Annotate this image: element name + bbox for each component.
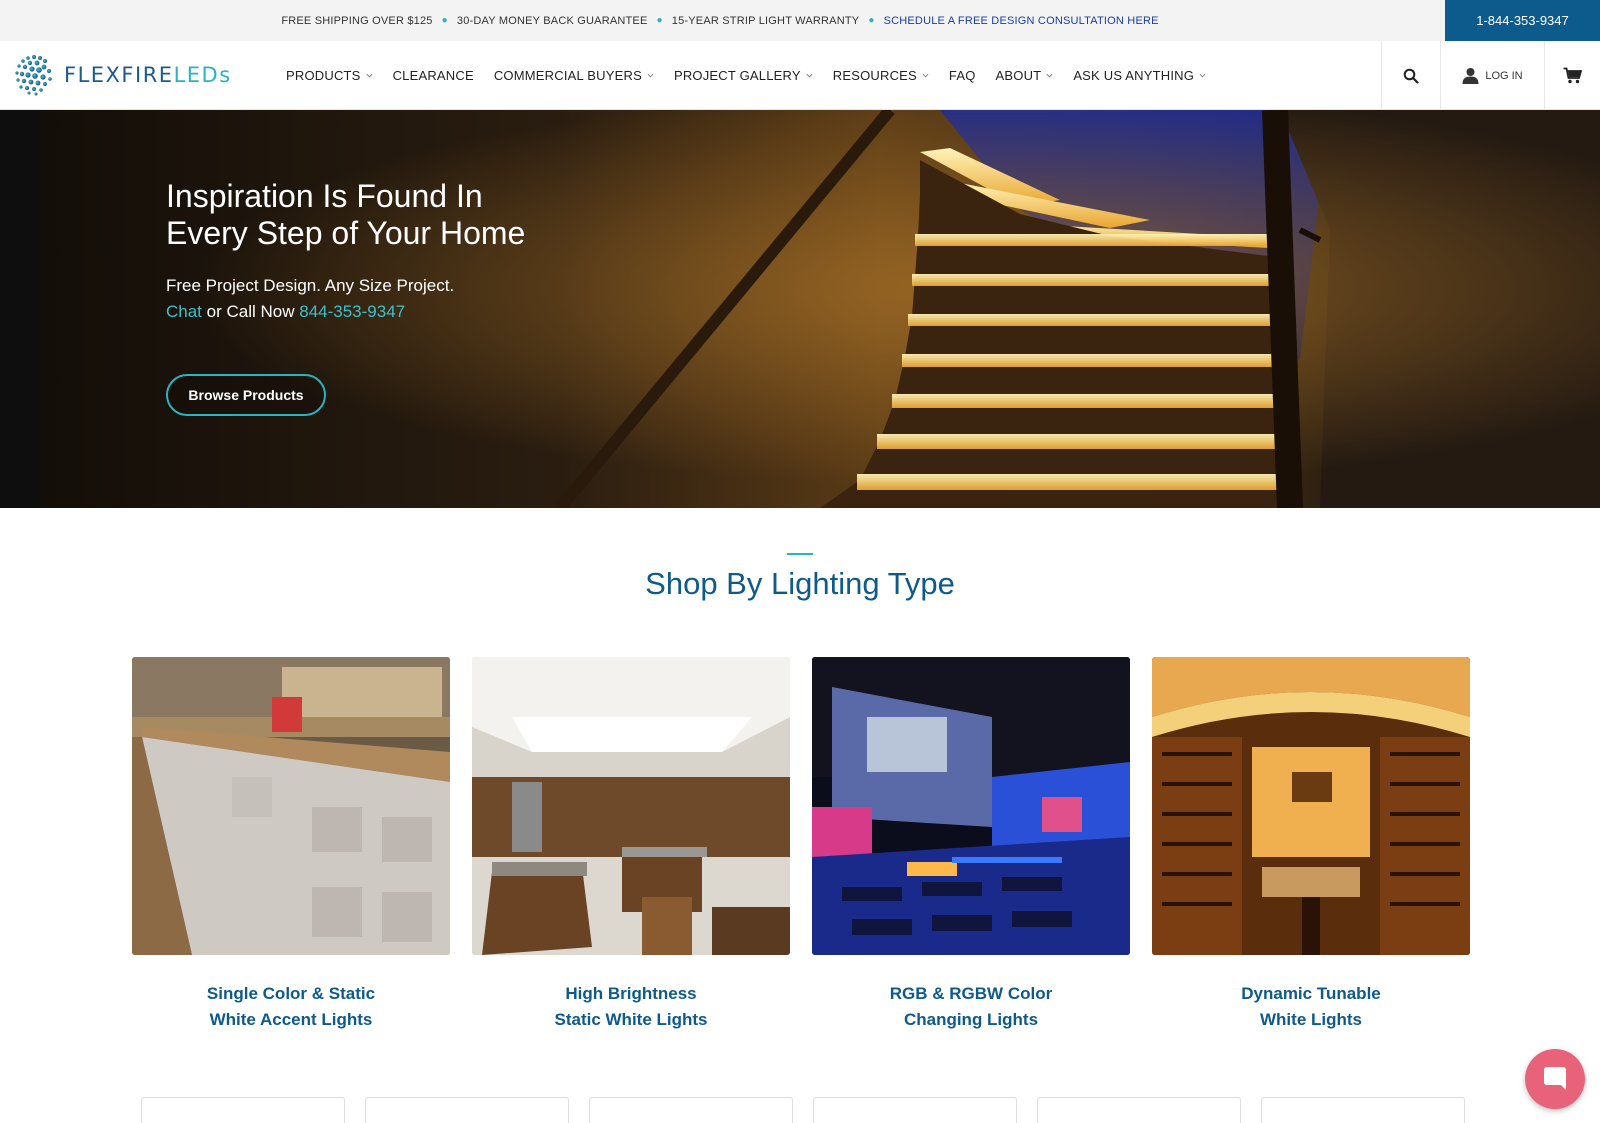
- secondary-card[interactable]: [813, 1097, 1017, 1123]
- user-icon: [1462, 68, 1479, 84]
- nav-products[interactable]: PRODUCTS: [286, 68, 373, 83]
- top-utility-bar: FREE SHIPPING OVER $125 ● 30-DAY MONEY B…: [0, 0, 1600, 41]
- card-single-color[interactable]: Single Color & Static White Accent Lights: [132, 657, 450, 1033]
- nav-clearance[interactable]: CLEARANCE: [393, 68, 474, 83]
- cart-button[interactable]: [1544, 41, 1600, 110]
- section-title: Shop By Lighting Type: [645, 566, 955, 601]
- chevron-down-icon: [806, 73, 813, 78]
- card-image-bar-counter: [132, 657, 450, 955]
- warranty-text: 15-YEAR STRIP LIGHT WARRANTY: [671, 14, 860, 27]
- secondary-card[interactable]: [1261, 1097, 1465, 1123]
- money-back-text: 30-DAY MONEY BACK GUARANTEE: [456, 14, 648, 27]
- hero-call-text: or Call Now: [206, 302, 295, 321]
- card-image-kitchen: [472, 657, 790, 955]
- login-button[interactable]: LOG IN: [1440, 41, 1544, 110]
- card-label-line1: High Brightness: [565, 984, 697, 1003]
- secondary-card[interactable]: [589, 1097, 793, 1123]
- logo-text-part1: FLEXFIRE: [64, 63, 174, 87]
- card-label: High Brightness Static White Lights: [472, 981, 790, 1033]
- nav-about[interactable]: ABOUT: [996, 68, 1054, 83]
- nav-label: PROJECT GALLERY: [673, 68, 801, 83]
- section-divider: [787, 553, 813, 555]
- card-label-line2: White Lights: [1260, 1010, 1362, 1029]
- flexfire-logo[interactable]: FLEXFIRELEDs: [10, 51, 232, 99]
- site-header: FLEXFIRELEDs PRODUCTS CLEARANCE COMMERCI…: [0, 41, 1600, 110]
- card-label-line2: White Accent Lights: [209, 1010, 373, 1029]
- chevron-down-icon: [922, 73, 929, 78]
- card-label: Single Color & Static White Accent Lights: [132, 981, 450, 1033]
- nav-label: FAQ: [948, 68, 976, 83]
- hero-banner: Inspiration Is Found In Every Step of Yo…: [0, 110, 1600, 508]
- logo-wordmark: FLEXFIRELEDs: [64, 63, 232, 87]
- nav-commercial-buyers[interactable]: COMMERCIAL BUYERS: [494, 68, 654, 83]
- card-label: Dynamic Tunable White Lights: [1152, 981, 1470, 1033]
- nav-ask-us-anything[interactable]: ASK US ANYTHING: [1073, 68, 1206, 83]
- nav-label: RESOURCES: [832, 68, 917, 83]
- secondary-card[interactable]: [365, 1097, 569, 1123]
- card-image-patio: [812, 657, 1130, 955]
- hero-contact-line: Chat or Call Now 844-353-9347: [166, 299, 454, 325]
- chevron-down-icon: [647, 73, 654, 78]
- secondary-card[interactable]: [141, 1097, 345, 1123]
- chat-bubble-icon: [1544, 1067, 1566, 1090]
- hero-subtitle-line1: Free Project Design. Any Size Project.: [166, 276, 455, 295]
- card-label-line1: Single Color & Static: [206, 984, 376, 1003]
- secondary-card[interactable]: [1037, 1097, 1241, 1123]
- chat-launcher-button[interactable]: [1525, 1049, 1585, 1109]
- nav-resources[interactable]: RESOURCES: [833, 68, 929, 83]
- card-dynamic-tunable[interactable]: Dynamic Tunable White Lights: [1152, 657, 1470, 1033]
- hero-title-line2: Every Step of Your Home: [166, 215, 526, 251]
- hero-title-line1: Inspiration Is Found In: [166, 178, 483, 214]
- chevron-down-icon: [366, 73, 372, 78]
- nav-project-gallery[interactable]: PROJECT GALLERY: [674, 68, 813, 83]
- login-label: LOG IN: [1485, 69, 1523, 82]
- design-consultation-link[interactable]: SCHEDULE A FREE DESIGN CONSULTATION HERE: [884, 15, 1159, 27]
- card-label-line2: Changing Lights: [903, 1010, 1039, 1029]
- nav-label: ASK US ANYTHING: [1073, 68, 1195, 83]
- card-label-line1: Dynamic Tunable: [1241, 984, 1381, 1003]
- hero-chat-link[interactable]: Chat: [166, 302, 202, 321]
- topbar-phone-link[interactable]: 1-844-353-9347: [1445, 0, 1600, 41]
- nav-label: PRODUCTS: [286, 68, 361, 83]
- nav-faq[interactable]: FAQ: [949, 68, 976, 83]
- secondary-cards-row: [141, 1097, 1465, 1123]
- hero-phone-link[interactable]: 844-353-9347: [299, 302, 405, 321]
- card-rgb-color-changing[interactable]: RGB & RGBW Color Changing Lights: [812, 657, 1130, 1033]
- bullet-separator: ●: [656, 15, 663, 26]
- free-shipping-text: FREE SHIPPING OVER $125: [281, 14, 433, 27]
- card-label: RGB & RGBW Color Changing Lights: [812, 981, 1130, 1033]
- card-label-line1: RGB & RGBW Color: [889, 984, 1053, 1003]
- nav-label: CLEARANCE: [392, 68, 474, 83]
- topbar-items: FREE SHIPPING OVER $125 ● 30-DAY MONEY B…: [0, 0, 1440, 41]
- hero-subtitle: Free Project Design. Any Size Project. C…: [166, 273, 454, 325]
- bullet-separator: ●: [868, 15, 875, 26]
- search-icon: [1403, 68, 1419, 84]
- lighting-type-cards: Single Color & Static White Accent Lights…: [132, 657, 1470, 1037]
- chevron-down-icon: [1046, 73, 1053, 78]
- chevron-down-icon: [1199, 73, 1206, 78]
- card-label-line2: Static White Lights: [554, 1010, 708, 1029]
- nav-label: COMMERCIAL BUYERS: [493, 68, 642, 83]
- bullet-separator: ●: [441, 15, 448, 26]
- hero-title: Inspiration Is Found In Every Step of Yo…: [166, 178, 525, 252]
- cart-icon: [1563, 67, 1582, 84]
- main-nav: PRODUCTS CLEARANCE COMMERCIAL BUYERS PRO…: [286, 41, 1226, 110]
- nav-label: ABOUT: [995, 68, 1042, 83]
- search-button[interactable]: [1381, 41, 1440, 110]
- header-actions: LOG IN: [1381, 41, 1600, 110]
- card-high-brightness[interactable]: High Brightness Static White Lights: [472, 657, 790, 1033]
- logo-globe-icon: [15, 55, 52, 96]
- logo-text-part2: LEDs: [173, 63, 232, 87]
- card-image-wine-cellar: [1152, 657, 1470, 955]
- browse-products-button[interactable]: Browse Products: [166, 374, 326, 416]
